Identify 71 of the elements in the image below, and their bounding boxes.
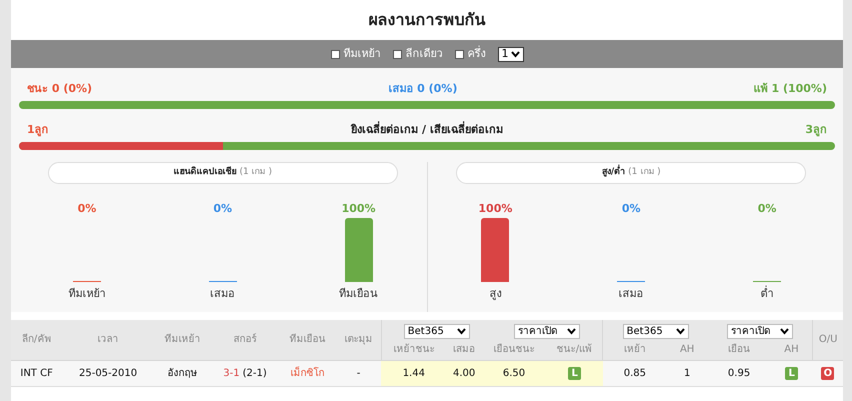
column-header: เสมอ	[446, 340, 482, 360]
goals-against: 3ลูก	[805, 122, 827, 138]
column-header: เตะมุม	[336, 320, 382, 360]
column-header: AH	[770, 340, 813, 360]
column-header: ชนะ/แพ้	[546, 340, 603, 360]
table-cell: 25-05-2010	[62, 360, 154, 386]
section-title: ผลงานการพบกัน	[368, 9, 486, 31]
panel-title: สูง/ต่ำ	[602, 166, 626, 180]
game-count: (1 เกม )	[628, 166, 661, 180]
column-header: เยือน	[708, 340, 771, 360]
column-header: สกอร์	[210, 320, 280, 360]
column-header: ทีมเหย้า	[154, 320, 211, 360]
bar-label: สูง	[489, 286, 502, 302]
odds-select[interactable]: ราคาเปิด	[727, 324, 794, 339]
odds-select[interactable]: ราคาเปิด	[514, 324, 580, 339]
score: 3-1	[223, 368, 240, 378]
goals-title: ยิงเฉลี่ยต่อเกม / เสียเฉลี่ยต่อเกม	[351, 122, 503, 138]
column-header: เวลา	[62, 320, 154, 360]
bar-label: ทีมเยือน	[339, 286, 378, 302]
loss-summary: แพ้ 1 (100%)	[754, 80, 827, 97]
chevron-icon	[456, 328, 466, 335]
bar-label: ต่ำ	[760, 286, 774, 302]
table-cell: อังกฤษ	[154, 360, 211, 386]
checkbox-label[interactable]: ทีมเหย้า	[344, 46, 380, 62]
percent-value: 0%	[213, 201, 232, 217]
column-header: ลีก/คัพ	[11, 320, 62, 360]
half-time-score: (2-1)	[242, 368, 267, 378]
chevron-icon	[567, 328, 576, 335]
game-count: (1 เกม )	[240, 166, 272, 180]
table-cell: เม็กซิโก	[279, 360, 336, 386]
table-cell: 6.50	[482, 360, 546, 386]
column-header: เยือนชนะ	[482, 340, 546, 360]
result-badge: O	[821, 366, 834, 380]
table-cell: 4.00	[446, 360, 482, 386]
scrollbar[interactable]	[843, 0, 852, 401]
checkbox-label[interactable]: ครึ่ง	[468, 46, 486, 62]
percent-value: 100%	[342, 201, 376, 217]
column-header: ทีมเยือน	[279, 320, 336, 360]
column-header: O/U	[812, 320, 843, 360]
column-header: AH	[666, 340, 708, 360]
table-cell: INT CF	[11, 360, 62, 386]
result-badge: L	[785, 366, 798, 380]
percent-value: 0%	[78, 201, 96, 217]
column-header: เหย้าชนะ	[381, 340, 447, 360]
checkbox[interactable]	[454, 50, 464, 58]
draw-summary: เสมอ 0 (0%)	[388, 80, 458, 97]
chevron-icon	[510, 50, 520, 58]
result-badge: L	[568, 366, 582, 380]
checkbox[interactable]	[330, 50, 340, 58]
count-select[interactable]: 1	[498, 46, 524, 62]
percent-value: 0%	[622, 201, 641, 217]
chevron-icon	[676, 328, 685, 335]
table-cell: 1.44	[381, 360, 447, 386]
bar-label: เสมอ	[210, 286, 236, 302]
percent-value: 100%	[478, 201, 512, 217]
chevron-icon	[780, 328, 790, 335]
table-cell: -	[336, 360, 382, 386]
checkbox-label[interactable]: ลีกเดียว	[406, 46, 442, 62]
table-cell: 0.95	[708, 360, 771, 386]
table-cell: 1	[666, 360, 708, 386]
column-header: เหย้า	[602, 340, 667, 360]
win-summary: ชนะ 0 (0%)	[27, 80, 92, 97]
checkbox[interactable]	[392, 50, 402, 58]
table-cell: 0.85	[602, 360, 667, 386]
percent-value: 0%	[758, 201, 776, 217]
odds-select[interactable]: Bet365	[404, 324, 470, 339]
bar-label: ทีมเหย้า	[68, 286, 106, 302]
odds-select[interactable]: Bet365	[622, 324, 689, 339]
goals-for: 1ลูก	[27, 122, 49, 138]
bar-label: เสมอ	[618, 286, 644, 302]
panel-title: แฮนดิแคปเอเชีย	[174, 166, 236, 180]
